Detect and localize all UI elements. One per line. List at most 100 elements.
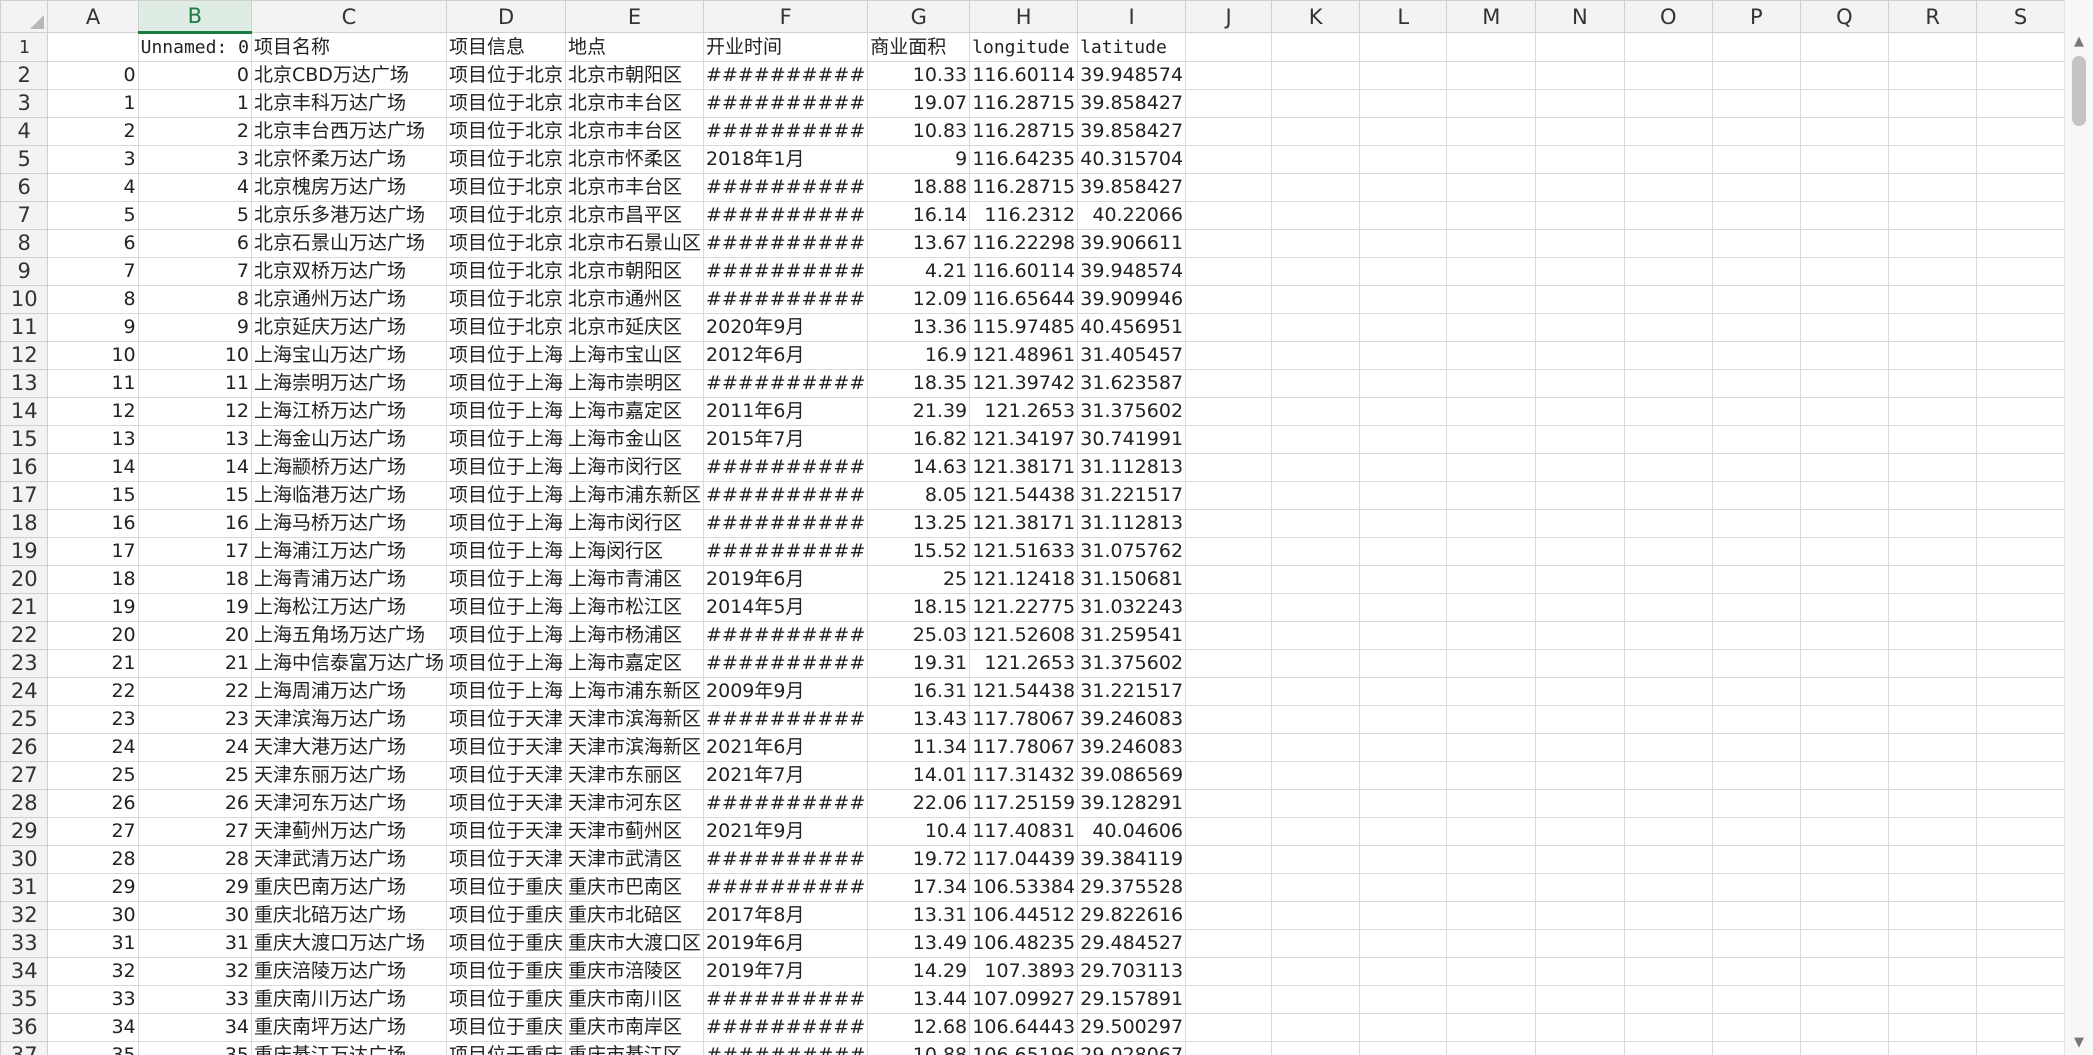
cell[interactable] (1712, 901, 1801, 930)
cell[interactable] (1359, 229, 1448, 258)
cell[interactable]: 20 (47, 621, 139, 650)
cell[interactable]: 28 (137, 845, 253, 874)
cell[interactable]: 13 (47, 425, 139, 454)
cell[interactable]: 项目位于重庆 (446, 929, 567, 958)
cell[interactable] (1271, 621, 1361, 650)
row-header[interactable]: 16 (0, 453, 49, 482)
cell[interactable]: 29.157891 (1077, 985, 1187, 1014)
cell[interactable] (1799, 313, 1890, 342)
cell[interactable] (1888, 761, 1978, 790)
cell[interactable] (1446, 481, 1537, 510)
cell[interactable] (1446, 201, 1537, 230)
cell[interactable] (1976, 957, 2065, 986)
cell[interactable]: 29.028067 (1077, 1041, 1187, 1055)
cell[interactable] (1535, 313, 1625, 342)
cell[interactable]: 天津市武清区 (565, 845, 705, 874)
cell[interactable]: 北京槐房万达广场 (250, 173, 448, 202)
cell[interactable]: 21 (47, 649, 139, 678)
cell[interactable] (1799, 145, 1890, 174)
cell[interactable]: 重庆巴南万达广场 (250, 873, 448, 902)
cell[interactable]: 2019年7月 (703, 957, 869, 986)
cell[interactable]: 121.34197 (969, 425, 1079, 454)
cell[interactable]: 121.22775 (969, 593, 1079, 622)
cell[interactable]: ########## (703, 61, 869, 90)
cell[interactable]: 项目位于北京 (446, 145, 567, 174)
cell[interactable]: 2020年9月 (703, 313, 869, 342)
cell[interactable] (1799, 397, 1890, 426)
cell[interactable] (1446, 649, 1537, 678)
cell[interactable] (1976, 733, 2065, 762)
cell[interactable]: 31.405457 (1077, 341, 1187, 370)
cell[interactable] (1888, 705, 1978, 734)
cell[interactable]: ########## (703, 89, 869, 118)
cell[interactable] (1185, 425, 1273, 454)
cell[interactable] (1976, 509, 2065, 538)
cell[interactable] (1799, 1041, 1890, 1055)
cell[interactable]: 16.9 (867, 341, 971, 370)
cell[interactable]: 天津河东万达广场 (250, 789, 448, 818)
cell[interactable]: 上海江桥万达广场 (250, 397, 448, 426)
cell[interactable] (1446, 313, 1537, 342)
cell[interactable]: 10.4 (867, 817, 971, 846)
cell[interactable]: 12 (47, 397, 139, 426)
cell[interactable]: 项目位于天津 (446, 705, 567, 734)
cell[interactable]: 19.31 (867, 649, 971, 678)
cell[interactable]: 2019年6月 (703, 565, 869, 594)
cell[interactable]: 11 (47, 369, 139, 398)
cell[interactable]: 106.48235 (969, 929, 1079, 958)
cell[interactable] (1888, 173, 1978, 202)
cell[interactable] (1535, 201, 1625, 230)
cell[interactable]: 10 (137, 341, 253, 370)
cell[interactable] (1185, 1041, 1273, 1055)
cell[interactable]: 项目位于重庆 (446, 1041, 567, 1055)
cell[interactable]: 6 (137, 229, 253, 258)
cell[interactable] (1359, 509, 1448, 538)
cell[interactable]: 重庆綦江万达广场 (250, 1041, 448, 1055)
cell[interactable] (1976, 145, 2065, 174)
cell[interactable]: 32 (137, 957, 253, 986)
cell[interactable]: 8.05 (867, 481, 971, 510)
cell[interactable] (1446, 89, 1537, 118)
cell[interactable] (1446, 369, 1537, 398)
vertical-scrollbar[interactable]: ▲ ▼ (2064, 0, 2093, 1055)
cell[interactable]: 上海市松江区 (565, 593, 705, 622)
cell[interactable]: 重庆北碚万达广场 (250, 901, 448, 930)
cell[interactable]: ########## (703, 257, 869, 286)
cell[interactable] (1359, 873, 1448, 902)
cell[interactable] (1535, 929, 1625, 958)
cell[interactable]: 5 (137, 201, 253, 230)
cell[interactable]: 天津大港万达广场 (250, 733, 448, 762)
cell[interactable]: 2012年6月 (703, 341, 869, 370)
cell[interactable]: 25 (137, 761, 253, 790)
cell[interactable] (1446, 733, 1537, 762)
cell[interactable]: 商业面积 (867, 32, 971, 62)
row-header[interactable]: 36 (0, 1013, 49, 1042)
cell[interactable]: 116.65644 (969, 285, 1079, 314)
cell[interactable] (1359, 481, 1448, 510)
cell[interactable] (1446, 705, 1537, 734)
cell[interactable] (1535, 537, 1625, 566)
cell[interactable] (1976, 1013, 2065, 1042)
cell[interactable]: 项目位于上海 (446, 481, 567, 510)
cell[interactable]: 上海市闵行区 (565, 509, 705, 538)
cell[interactable]: ########## (703, 845, 869, 874)
cell[interactable]: 重庆南坪万达广场 (250, 1013, 448, 1042)
cell[interactable]: 项目位于重庆 (446, 957, 567, 986)
cell[interactable]: 106.44512 (969, 901, 1079, 930)
cell[interactable] (1271, 173, 1361, 202)
cell[interactable]: 项目位于上海 (446, 565, 567, 594)
cell[interactable] (1976, 1041, 2065, 1055)
cell[interactable]: 13.36 (867, 313, 971, 342)
cell[interactable]: 2009年9月 (703, 677, 869, 706)
cell[interactable]: 18.88 (867, 173, 971, 202)
row-header[interactable]: 6 (0, 173, 49, 202)
cell[interactable] (1446, 32, 1537, 62)
cell[interactable] (1623, 257, 1714, 286)
cell[interactable] (1623, 565, 1714, 594)
cell[interactable] (1185, 593, 1273, 622)
cell[interactable] (1799, 201, 1890, 230)
cell[interactable] (1446, 789, 1537, 818)
cell[interactable] (1799, 453, 1890, 482)
cell[interactable] (1535, 509, 1625, 538)
cell[interactable]: ########## (703, 873, 869, 902)
